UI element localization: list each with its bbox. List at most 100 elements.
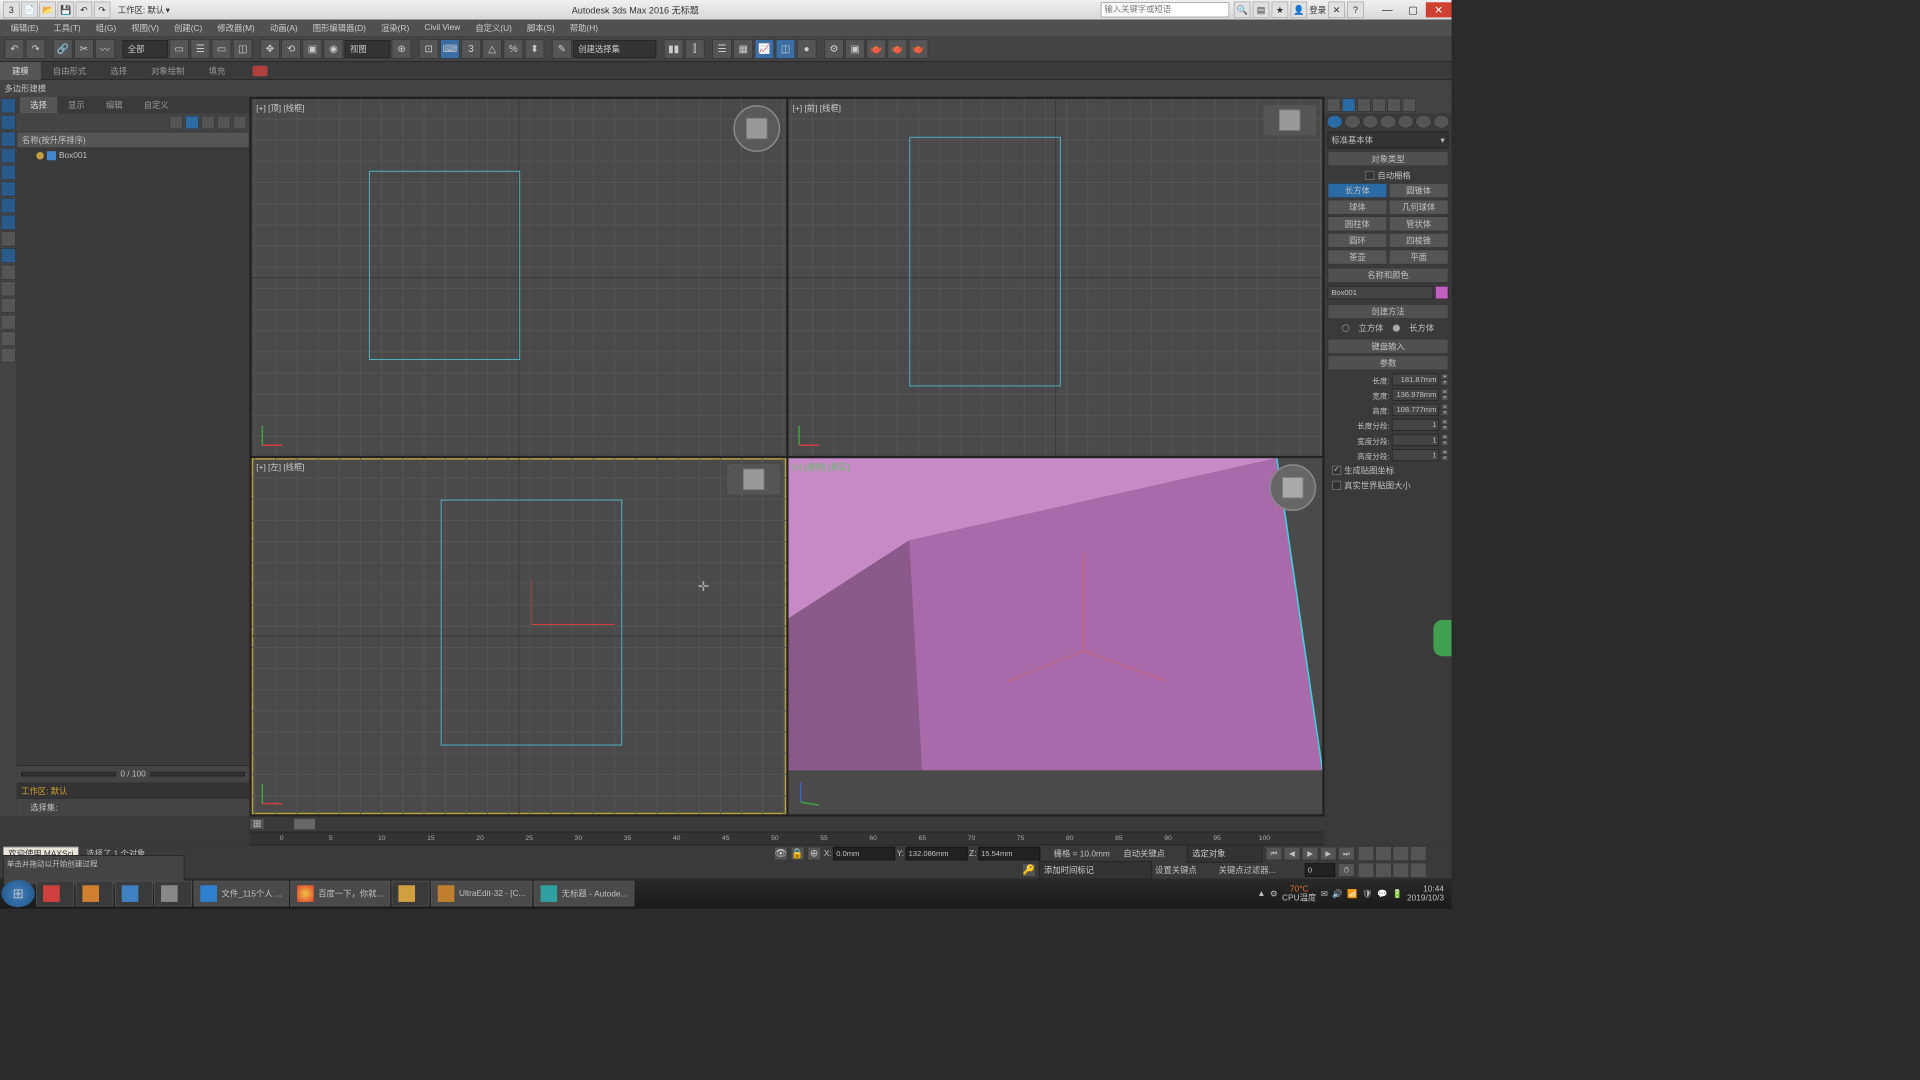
key-icon[interactable]: 🔑	[1022, 863, 1036, 877]
rotate-button[interactable]: ⟲	[281, 39, 301, 59]
rollout-creation-method[interactable]: 创建方法	[1328, 304, 1449, 319]
coord-x-input[interactable]: 0.0mm	[833, 847, 895, 861]
user-icon[interactable]: 👤	[1290, 2, 1307, 19]
material-editor-button[interactable]: ●	[797, 39, 817, 59]
start-button[interactable]: ⊞	[2, 880, 35, 907]
box-wireframe[interactable]	[369, 171, 520, 360]
open-icon[interactable]: 📂	[39, 2, 56, 19]
taskbar-item[interactable]	[392, 881, 430, 907]
taskbar-item[interactable]: UltraEdit-32 - [C...	[431, 881, 532, 907]
menu-edit[interactable]: 编辑(E)	[3, 20, 46, 37]
se-display-all-icon[interactable]	[1, 98, 16, 113]
edit-named-sel-button[interactable]: ✎	[552, 39, 572, 59]
redo-icon[interactable]: ↷	[94, 2, 111, 19]
zoom-extents-all-button[interactable]	[1410, 846, 1427, 861]
viewcube[interactable]	[1263, 105, 1316, 135]
prim-geosphere[interactable]: 几何球体	[1389, 200, 1449, 215]
menu-civilview[interactable]: Civil View	[417, 21, 468, 35]
rollout-parameters[interactable]: 参数	[1328, 355, 1449, 370]
maximize-viewport-button[interactable]	[1410, 863, 1427, 878]
se-tab-select[interactable]: 选择	[20, 97, 58, 114]
tray-icon[interactable]: ▲	[1257, 889, 1265, 898]
taskbar-item[interactable]	[115, 881, 153, 907]
prim-box[interactable]: 长方体	[1328, 183, 1388, 198]
se-column-header[interactable]: 名称(按升序排序)	[17, 132, 250, 149]
se-search-icon[interactable]	[217, 116, 231, 130]
cp-shapes-icon[interactable]	[1344, 115, 1360, 129]
time-config-button[interactable]: ⏱	[1338, 863, 1355, 877]
cp-display-tab[interactable]	[1387, 98, 1401, 112]
prim-teapot[interactable]: 茶壶	[1328, 249, 1388, 264]
spinner-snap-button[interactable]: ⬍	[525, 39, 545, 59]
se-lock-icon[interactable]	[185, 116, 199, 130]
visibility-icon[interactable]	[36, 152, 44, 160]
se-lights-icon[interactable]	[1, 148, 16, 163]
tray-icon[interactable]: 🛡	[1362, 889, 1373, 899]
menu-grapheditors[interactable]: 图形编辑器(D)	[305, 20, 373, 37]
setkey-button[interactable]: 设置关键点	[1155, 864, 1215, 876]
schematic-view-button[interactable]: ◫	[776, 39, 796, 59]
se-config-icon[interactable]	[233, 116, 247, 130]
render-iterative-button[interactable]: 🫖	[888, 39, 908, 59]
se-groups-icon[interactable]	[1, 215, 16, 230]
zoom-all-button[interactable]	[1375, 846, 1392, 861]
tray-icon[interactable]: 📶	[1347, 889, 1357, 899]
key-target-dropdown[interactable]: 选定对象	[1187, 844, 1263, 862]
cp-modify-tab[interactable]	[1342, 98, 1356, 112]
angle-snap-button[interactable]: △	[482, 39, 502, 59]
select-button[interactable]: ▭	[169, 39, 189, 59]
zoom-extents-button[interactable]	[1393, 846, 1410, 861]
prim-cone[interactable]: 圆锥体	[1389, 183, 1449, 198]
rollout-keyboard-entry[interactable]: 键盘输入	[1328, 339, 1449, 354]
rect-region-button[interactable]: ▭	[212, 39, 232, 59]
keyfilter-button[interactable]: 关键点过滤器...	[1219, 864, 1302, 876]
menu-maxscript[interactable]: 脚本(S)	[519, 20, 562, 37]
menu-animation[interactable]: 动画(A)	[262, 20, 305, 37]
object-color-swatch[interactable]	[1435, 286, 1449, 300]
scene-tree[interactable]: Box001	[17, 148, 250, 765]
tray-icon[interactable]: ✉	[1321, 889, 1328, 899]
se-options-icon[interactable]	[1, 348, 16, 363]
undo-button[interactable]: ↶	[5, 39, 25, 59]
layer-explorer-button[interactable]: ☰	[712, 39, 732, 59]
tray-icon[interactable]: ⚙	[1270, 889, 1277, 899]
taskbar-item[interactable]: 无标题 - Autode...	[534, 881, 634, 907]
signin-link[interactable]: 登录	[1309, 4, 1326, 16]
viewcube[interactable]	[727, 464, 780, 494]
menu-create[interactable]: 创建(C)	[167, 20, 210, 37]
se-close-icon[interactable]	[169, 116, 183, 130]
hseg-spinner[interactable]: 1	[1392, 449, 1439, 461]
rollout-name-color[interactable]: 名称和颜色	[1328, 268, 1449, 283]
cp-motion-tab[interactable]	[1372, 98, 1386, 112]
subscription-icon[interactable]: ▤	[1253, 2, 1270, 19]
viewport-label[interactable]: [+] [左] [线框]	[256, 461, 304, 473]
menu-modifiers[interactable]: 修改器(M)	[210, 20, 263, 37]
taskbar-item[interactable]	[76, 881, 114, 907]
se-geometry-icon[interactable]	[1, 115, 16, 130]
autokey-button[interactable]: 自动关键点	[1123, 847, 1183, 859]
time-slider-mini[interactable]	[21, 772, 116, 777]
se-tab-display[interactable]: 显示	[57, 97, 95, 114]
maximize-button[interactable]: ▢	[1400, 2, 1426, 17]
percent-snap-button[interactable]: %	[503, 39, 523, 59]
named-selection-sets[interactable]: 创建选择集	[573, 40, 656, 58]
geometry-category-dropdown[interactable]: 标准基本体 ▾	[1328, 132, 1449, 149]
prim-plane[interactable]: 平面	[1389, 249, 1449, 264]
save-icon[interactable]: 💾	[57, 2, 74, 19]
radio-cube[interactable]	[1342, 324, 1350, 332]
prim-pyramid[interactable]: 四棱锥	[1389, 233, 1449, 248]
link-button[interactable]: 🔗	[53, 39, 73, 59]
window-crossing-button[interactable]: ◫	[233, 39, 253, 59]
search-input[interactable]	[1101, 2, 1230, 17]
timeline-config-icon[interactable]: ⊞	[249, 818, 264, 830]
snap-toggle[interactable]: 3	[461, 39, 481, 59]
cp-geometry-icon[interactable]	[1327, 115, 1343, 129]
unlink-button[interactable]: ✂	[74, 39, 94, 59]
se-view-icon[interactable]	[201, 116, 215, 130]
zoom-button[interactable]	[1358, 846, 1375, 861]
render-activeshade-button[interactable]: 🫖	[909, 39, 929, 59]
fov-button[interactable]	[1358, 863, 1375, 878]
coord-z-input[interactable]: 15.54mm	[978, 847, 1040, 861]
se-filter-icon[interactable]	[1, 314, 16, 329]
lseg-spinner[interactable]: 1	[1392, 419, 1439, 431]
